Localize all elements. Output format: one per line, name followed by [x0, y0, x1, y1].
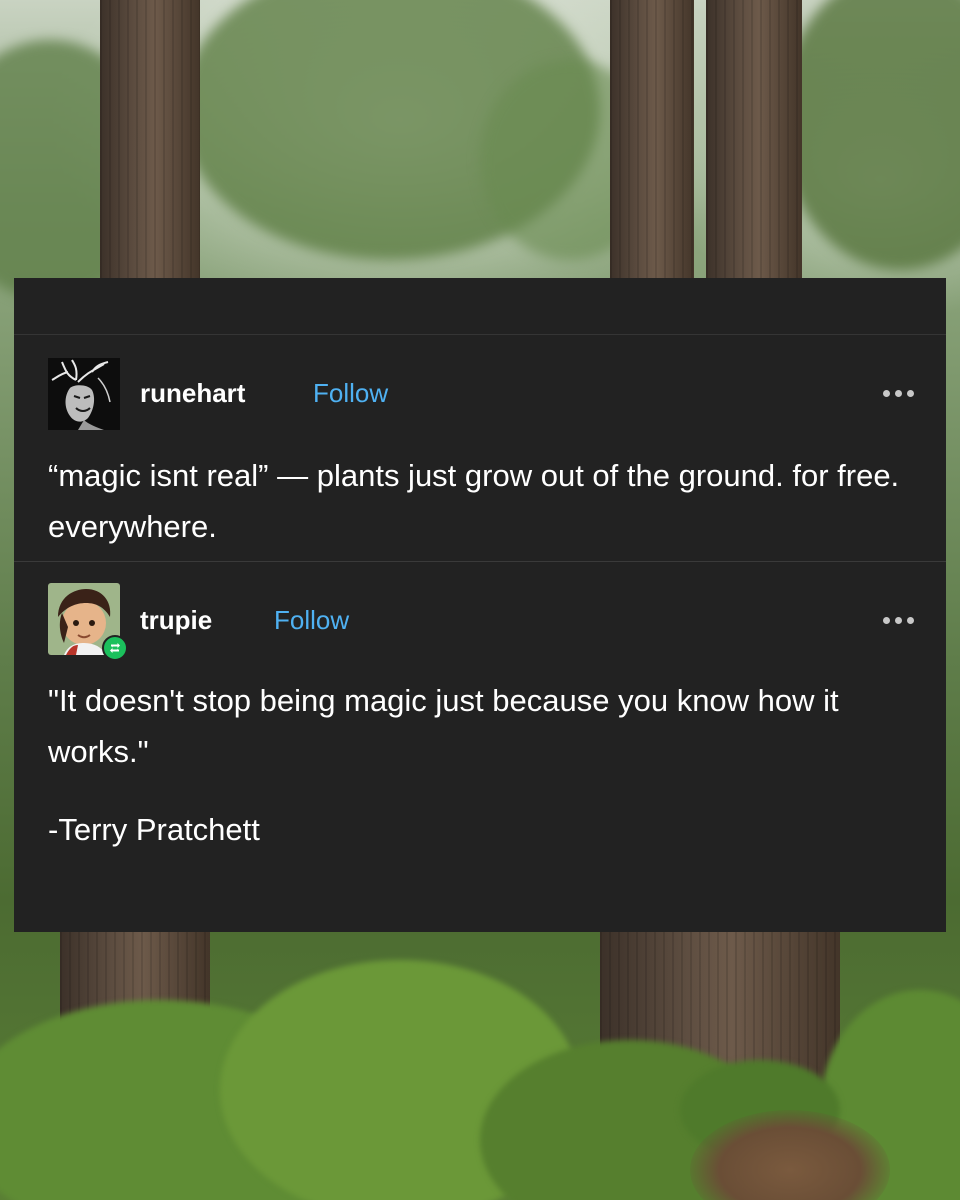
follow-button[interactable]: Follow: [274, 605, 349, 636]
post-text: "It doesn't stop being magic just becaus…: [48, 683, 839, 769]
username[interactable]: runehart: [140, 378, 245, 409]
card-top-bar: [14, 278, 946, 335]
post-text: “magic isnt real” — plants just grow out…: [48, 458, 900, 544]
more-options-button[interactable]: [879, 384, 918, 403]
reblog-icon: [102, 635, 128, 661]
ellipsis-icon: [883, 390, 914, 397]
avatar-image: [48, 358, 120, 430]
post-attribution: -Terry Pratchett: [48, 812, 260, 847]
follow-button[interactable]: Follow: [313, 378, 388, 409]
post-entry-reblog: trupie Follow "It doesn't stop being mag…: [14, 562, 946, 855]
ellipsis-icon: [883, 617, 914, 624]
post-header: trupie Follow: [48, 583, 914, 661]
post-card: runehart Follow “magic isnt real” — plan…: [14, 278, 946, 932]
post-entry-original: runehart Follow “magic isnt real” — plan…: [14, 335, 946, 561]
post-header: runehart Follow: [48, 358, 914, 432]
more-options-button[interactable]: [879, 611, 918, 630]
avatar[interactable]: [48, 358, 120, 430]
username[interactable]: trupie: [140, 605, 212, 636]
